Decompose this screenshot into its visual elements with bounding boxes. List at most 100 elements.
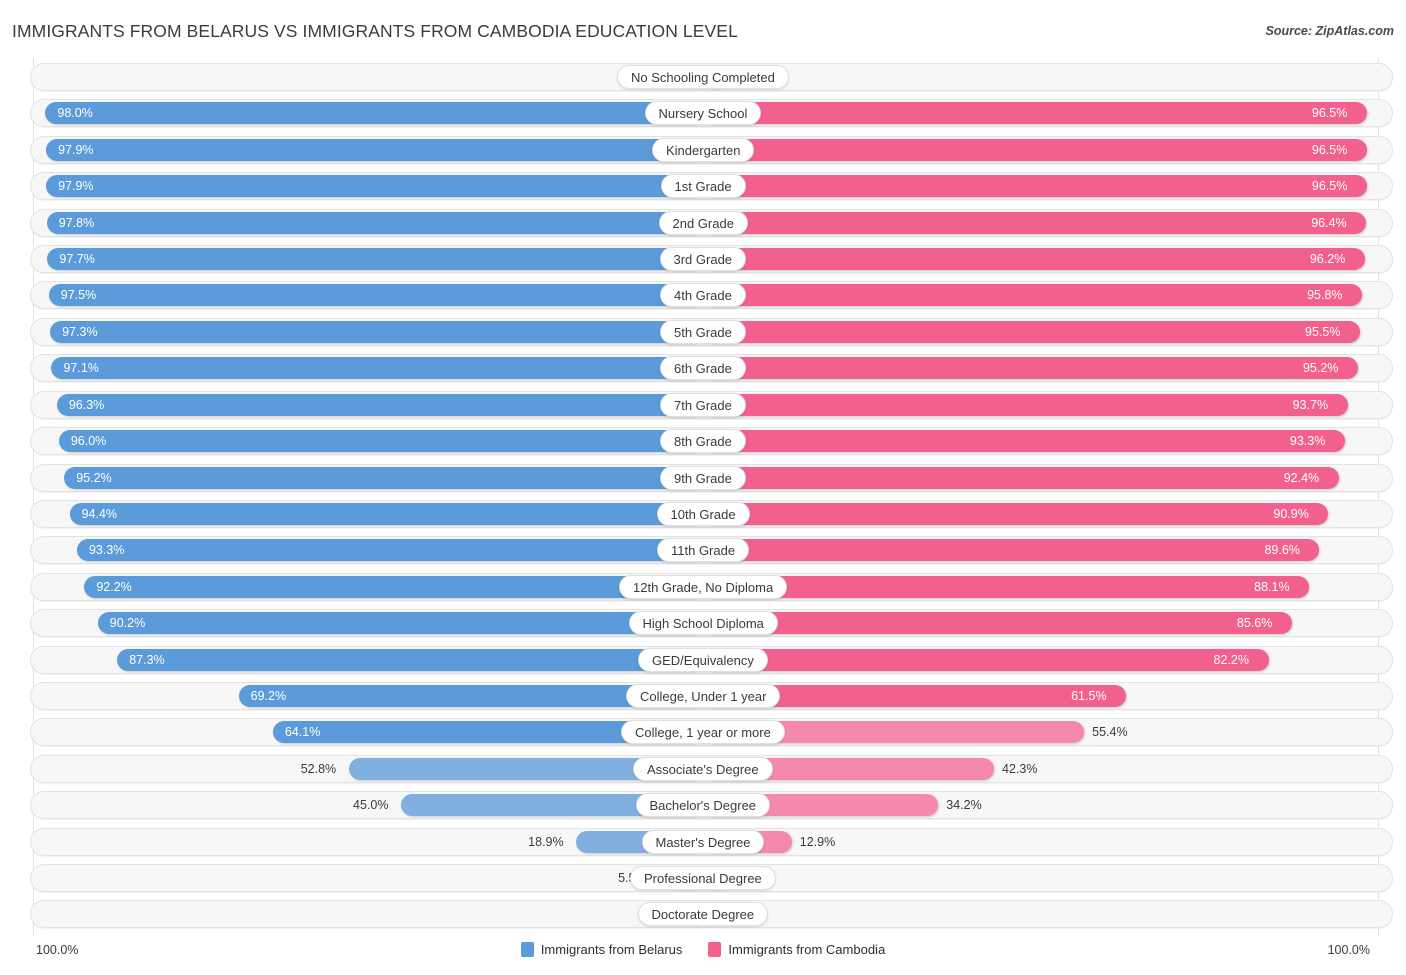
legend-swatch-icon [520, 942, 534, 957]
value-label-cambodia: 95.8% [1307, 288, 1343, 303]
axis-max-right: 100.0% [1327, 943, 1370, 957]
category-label: 12th Grade, No Diploma [619, 574, 788, 599]
value-label-belarus: 69.2% [250, 688, 287, 703]
value-label-belarus: 90.2% [109, 616, 146, 631]
value-label-belarus: 96.0% [70, 434, 107, 449]
bar-cambodia [703, 320, 1361, 343]
value-label-belarus: 87.3% [129, 652, 165, 667]
value-label-cambodia: 95.5% [1305, 324, 1341, 339]
value-label-belarus: 96.3% [68, 397, 105, 412]
value-label-belarus: 92.2% [96, 579, 132, 594]
bar-belarus [97, 612, 703, 635]
value-label-cambodia: 95.2% [1302, 361, 1339, 376]
bar-belarus [46, 138, 703, 161]
value-label-belarus: 97.1% [63, 361, 99, 376]
category-label: 1st Grade [660, 174, 746, 199]
value-label-cambodia: 61.5% [1071, 688, 1107, 703]
value-label-cambodia: 34.2% [946, 798, 982, 813]
bar-belarus [46, 175, 703, 198]
bar-cambodia [703, 248, 1365, 271]
value-label-cambodia: 93.3% [1289, 434, 1326, 449]
legend-label: Immigrants from Belarus [540, 942, 683, 957]
bar-belarus [58, 430, 703, 453]
bar-cambodia [703, 175, 1367, 198]
bar-belarus [47, 248, 703, 271]
category-label: 2nd Grade [658, 210, 748, 235]
bar-belarus [69, 502, 703, 525]
bar-cambodia [703, 502, 1329, 525]
value-label-belarus: 94.4% [81, 506, 118, 521]
category-label: 9th Grade [660, 465, 746, 490]
bar-cambodia [703, 575, 1310, 598]
chart-header: IMMIGRANTS FROM BELARUS VS IMMIGRANTS FR… [0, 0, 1406, 56]
bar-cambodia [703, 466, 1339, 489]
category-label: Nursery School [644, 101, 762, 126]
value-label-belarus: 97.7% [59, 252, 95, 267]
bar-belarus [45, 102, 703, 125]
diverging-bar-plot: 2.1%3.5%No Schooling Completed98.0%96.5%… [0, 58, 1406, 936]
bar-cambodia [703, 138, 1367, 161]
category-label: Professional Degree [630, 866, 776, 891]
bar-belarus [56, 393, 703, 416]
category-label: Bachelor's Degree [635, 793, 771, 818]
bar-cambodia [703, 102, 1367, 125]
value-label-cambodia: 12.9% [799, 834, 836, 849]
category-label: College, 1 year or more [621, 720, 785, 745]
category-label: Doctorate Degree [637, 902, 769, 927]
value-label-belarus: 64.1% [284, 725, 321, 740]
bar-belarus [51, 357, 703, 380]
category-label: High School Diploma [628, 611, 778, 636]
category-label: Associate's Degree [633, 756, 773, 781]
category-label: No Schooling Completed [617, 65, 789, 89]
category-label: GED/Equivalency [638, 647, 768, 672]
value-label-cambodia: 96.4% [1311, 215, 1347, 230]
category-label: 6th Grade [660, 356, 746, 381]
value-label-cambodia: 89.6% [1264, 543, 1300, 558]
bar-belarus [64, 466, 703, 489]
value-label-belarus: 97.9% [58, 179, 94, 194]
bar-belarus [50, 320, 703, 343]
value-label-cambodia: 42.3% [1002, 761, 1038, 776]
legend-item[interactable]: Immigrants from Cambodia [708, 942, 885, 957]
bar-belarus [46, 211, 703, 234]
page-title: IMMIGRANTS FROM BELARUS VS IMMIGRANTS FR… [12, 21, 738, 41]
category-label: 7th Grade [660, 392, 746, 417]
category-label: Master's Degree [641, 829, 765, 854]
bar-belarus [117, 648, 703, 671]
bar-cambodia [703, 430, 1345, 453]
bar-cambodia [703, 357, 1358, 380]
legend-swatch-icon [708, 942, 722, 957]
value-label-belarus: 95.2% [76, 470, 112, 485]
chart-page: IMMIGRANTS FROM BELARUS VS IMMIGRANTS FR… [0, 0, 1406, 975]
value-label-cambodia: 88.1% [1254, 579, 1290, 594]
bar-cambodia [703, 284, 1363, 307]
bar-cambodia [703, 648, 1269, 671]
value-label-belarus: 97.5% [60, 288, 97, 303]
bar-cambodia [703, 211, 1367, 234]
value-label-cambodia: 90.9% [1273, 506, 1309, 521]
legend-item[interactable]: Immigrants from Belarus [520, 942, 683, 957]
value-label-belarus: 52.8% [300, 761, 337, 776]
category-label: 10th Grade [656, 501, 750, 526]
value-label-belarus: 97.8% [58, 215, 95, 230]
value-label-cambodia: 85.6% [1236, 616, 1273, 631]
value-label-belarus: 97.3% [62, 324, 98, 339]
value-label-belarus: 97.9% [58, 142, 94, 157]
value-label-cambodia: 96.2% [1309, 252, 1346, 267]
bar-cambodia [703, 393, 1348, 416]
legend: Immigrants from Belarus Immigrants from C… [0, 942, 1406, 957]
category-label: 11th Grade [657, 538, 750, 563]
category-label: 8th Grade [660, 429, 746, 454]
value-label-cambodia: 92.4% [1283, 470, 1320, 485]
bar-cambodia [703, 612, 1292, 635]
chart-footer: 100.0% Immigrants from Belarus Immigrants… [0, 936, 1406, 975]
value-label-cambodia: 96.5% [1311, 142, 1348, 157]
value-label-cambodia: 96.5% [1311, 179, 1348, 194]
value-label-cambodia: 96.5% [1311, 106, 1348, 121]
value-label-belarus: 45.0% [353, 798, 389, 813]
source-attribution: Source: ZipAtlas.com [1265, 24, 1395, 38]
category-label: Kindergarten [652, 137, 755, 162]
bar-belarus [84, 575, 703, 598]
value-label-belarus: 93.3% [88, 543, 125, 558]
value-label-cambodia: 55.4% [1092, 725, 1128, 740]
